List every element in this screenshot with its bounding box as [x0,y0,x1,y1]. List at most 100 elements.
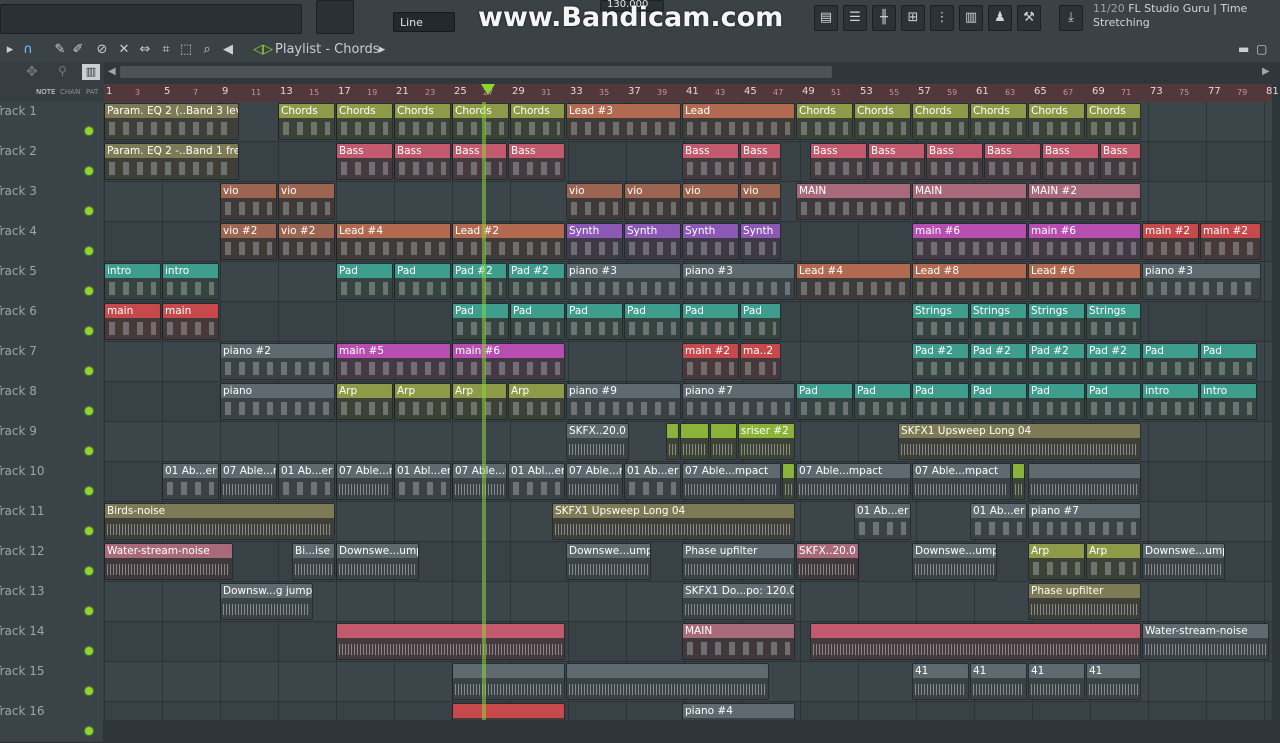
pattern-clip[interactable]: Pad #2 [508,263,565,300]
pattern-clip[interactable]: Lead #8 [912,263,1027,300]
pattern-clip[interactable]: Pad [510,303,565,340]
magnet-icon[interactable]: ∩ [20,42,36,58]
pattern-clip[interactable]: Downsw...g jump [220,583,313,620]
pattern-clip[interactable]: Arp [452,383,507,420]
tab-chan[interactable]: CHAN [60,88,80,96]
timeline-ruler[interactable]: 1 5 9 13 17 21 25 29 33 37 41 45 49 53 57 61 65 69 73 77 81 3… [104,84,1279,103]
pattern-clip[interactable] [452,663,565,700]
piano-keys-icon[interactable]: ▥ [82,64,100,80]
pattern-clip[interactable]: Downswe...ump [566,543,651,580]
track-enable-led[interactable] [85,167,93,175]
track-enable-led[interactable] [85,287,93,295]
pattern-clip[interactable]: Synth [566,223,623,260]
track-header[interactable]: Track 8 [0,382,103,423]
pattern-clip[interactable]: Bass [394,143,451,180]
pattern-clip[interactable]: MAIN [912,183,1027,220]
track-enable-led[interactable] [85,407,93,415]
track-enable-led[interactable] [85,447,93,455]
pattern-clip[interactable]: Bass [1100,143,1141,180]
pattern-clip[interactable]: intro [1200,383,1257,420]
pattern-clip[interactable]: Pad [1200,343,1257,380]
download-icon[interactable]: ⤓ [1059,5,1083,31]
pattern-clip[interactable]: 41 [912,663,969,700]
pattern-clip[interactable]: Lead #3 [566,103,681,140]
pattern-clip[interactable]: Bass [810,143,867,180]
pattern-clip[interactable]: Bass [1042,143,1099,180]
speaker-icon[interactable]: ◀ [220,42,236,58]
slice-icon[interactable]: ⌗ [158,42,174,58]
pattern-clip[interactable] [666,423,679,460]
pattern-clip[interactable]: 01 Ab...er [162,463,219,500]
pattern-clip[interactable]: intro [104,263,161,300]
snap-select[interactable]: Line [393,12,455,32]
mixer-icon[interactable]: ╫ [872,5,896,31]
pattern-clip[interactable]: Downswe...ump [912,543,997,580]
pattern-clip[interactable]: 07 Able...mpact [796,463,911,500]
pattern-clip[interactable]: Synth [740,223,781,260]
pattern-clip[interactable]: piano #4 [682,703,795,720]
track-header[interactable]: Track 12 [0,542,103,583]
pattern-clip[interactable]: vio [566,183,623,220]
pattern-clip[interactable]: Bi...ise [292,543,335,580]
pattern-clip[interactable]: Phase upfilter [682,543,795,580]
pattern-arrow-icon[interactable]: ◁▷ [253,42,273,58]
pattern-clip[interactable]: piano #7 [1028,503,1141,540]
pattern-clip[interactable]: Chords [510,103,565,140]
pattern-clip[interactable]: Bass [508,143,565,180]
pattern-clip[interactable]: 07 Able...mpact [682,463,781,500]
pattern-clip[interactable]: main #6 [912,223,1027,260]
pattern-clip[interactable]: Pad [740,303,781,340]
pattern-clip[interactable]: Water-stream-noise [104,543,233,580]
track-enable-led[interactable] [85,567,93,575]
pattern-clip[interactable]: Downswe...ump [1142,543,1225,580]
scroll-left-icon[interactable]: ◀ [108,66,116,77]
pattern-clip[interactable]: intro [162,263,219,300]
pattern-clip[interactable]: Pad [1142,343,1199,380]
pattern-clip[interactable]: vio [220,183,277,220]
pattern-clip[interactable]: piano #7 [682,383,795,420]
pattern-clip[interactable]: piano #9 [566,383,681,420]
track-header[interactable]: Track 5 [0,262,103,303]
step-sequencer-icon[interactable]: ⋮ [930,5,954,31]
pattern-clip[interactable]: Bass [926,143,983,180]
pattern-clip[interactable]: piano [220,383,335,420]
pattern-clip[interactable]: 01 Ab...er [970,503,1027,540]
pattern-clip[interactable]: MAIN [796,183,911,220]
pattern-clip[interactable] [336,623,565,660]
track-enable-led[interactable] [85,527,93,535]
pattern-clip[interactable] [680,423,709,460]
pattern-clip[interactable]: SKFX..20.0 [566,423,629,460]
pattern-clip[interactable]: piano #3 [566,263,681,300]
tab-note[interactable]: NOTE [36,88,55,96]
pattern-clip[interactable]: 01 Ab...er [854,503,911,540]
plugin-icon[interactable]: ♟ [988,5,1012,31]
track-header[interactable]: Track 14 [0,622,103,663]
track-enable-led[interactable] [85,327,93,335]
pattern-clip[interactable]: Chords [912,103,969,140]
pattern-clip[interactable]: Pad #2 [912,343,969,380]
browser-icon[interactable]: ▥ [959,5,983,31]
pattern-clip[interactable]: Bass [336,143,393,180]
track-enable-led[interactable] [85,727,93,735]
pattern-clip[interactable]: Lead #6 [1028,263,1141,300]
slip-icon[interactable]: ⇔ [137,42,153,58]
playlist-grid[interactable]: Param. EQ 2 (..Band 3 level Chords Chords C… [104,102,1272,720]
pattern-clip[interactable]: Phase upfilter [1028,583,1141,620]
select-icon[interactable]: ⬚ [178,42,194,58]
pattern-clip[interactable]: Lead #4 [336,223,451,260]
pattern-clip[interactable]: Downswe...ump [336,543,419,580]
pattern-clip[interactable] [566,663,769,700]
pattern-clip[interactable]: vio #2 [220,223,277,260]
pattern-clip[interactable]: piano #2 [220,343,335,380]
pattern-clip[interactable]: vio [682,183,739,220]
pattern-clip[interactable] [452,703,565,720]
pattern-clip[interactable]: Pad [394,263,451,300]
pattern-clip[interactable]: 01 Abl...er [508,463,565,500]
scroll-right-icon[interactable]: ▶ [1262,66,1270,77]
pattern-clip[interactable]: main #6 [1028,223,1141,260]
pattern-clip[interactable] [810,623,1141,660]
pattern-clip[interactable]: Param. EQ 2 (..Band 3 level [104,103,239,140]
channel-rack-icon[interactable]: ☰ [843,5,867,31]
pattern-clip[interactable]: 41 [970,663,1027,700]
track-enable-led[interactable] [85,207,93,215]
